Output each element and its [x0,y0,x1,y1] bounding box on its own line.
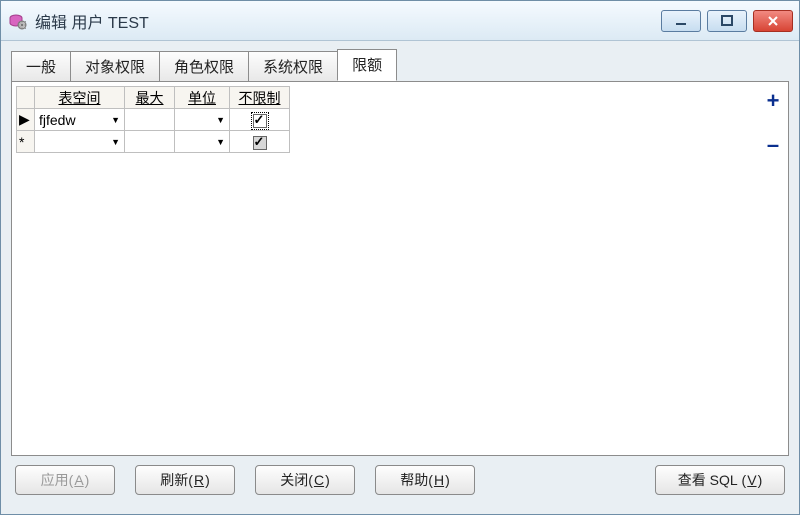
tab-panel: 表空间 最大 单位 不限制 ▶ fjfedw ▼ [11,81,789,456]
tab-general[interactable]: 一般 [11,51,71,82]
cell-unit[interactable]: ▼ [175,109,230,131]
grid-header-row: 表空间 最大 单位 不限制 [17,87,290,109]
quota-grid[interactable]: 表空间 最大 单位 不限制 ▶ fjfedw ▼ [16,86,290,153]
tab-quota[interactable]: 限额 [337,49,397,81]
col-tablespace[interactable]: 表空间 [35,87,125,109]
button-bar: 应用(A) 刷新(R) 关闭(C) 帮助(H) 查看 SQL (V) [11,456,789,504]
close-dialog-button[interactable]: 关闭(C) [255,465,355,495]
apply-button[interactable]: 应用(A) [15,465,115,495]
cell-tablespace-value: fjfedw [39,112,76,128]
row-marker: ▶ [17,109,35,131]
cell-max[interactable] [125,131,175,153]
add-row-button[interactable]: + [767,90,780,112]
cell-unlimited[interactable] [230,109,290,131]
dropdown-arrow-icon[interactable]: ▼ [111,137,120,147]
dropdown-arrow-icon[interactable]: ▼ [111,115,120,125]
view-sql-button[interactable]: 查看 SQL (V) [655,465,785,495]
unlimited-checkbox[interactable] [253,114,267,128]
app-icon [7,11,27,31]
tab-bar: 一般 对象权限 角色权限 系统权限 限额 [11,49,789,81]
col-unlimited[interactable]: 不限制 [230,87,290,109]
minimize-button[interactable] [661,10,701,32]
dropdown-arrow-icon[interactable]: ▼ [216,137,225,147]
window-buttons [661,10,793,32]
side-buttons: + – [758,82,788,455]
tab-role-priv[interactable]: 角色权限 [159,51,249,82]
cell-tablespace[interactable]: fjfedw ▼ [35,109,125,131]
dropdown-arrow-icon[interactable]: ▼ [216,115,225,125]
cell-unit[interactable]: ▼ [175,131,230,153]
titlebar: 编辑 用户 TEST [1,1,799,41]
grid-wrapper: 表空间 最大 单位 不限制 ▶ fjfedw ▼ [12,82,758,455]
client-area: 一般 对象权限 角色权限 系统权限 限额 表空间 最大 单位 不限制 [1,41,799,514]
cell-unlimited[interactable] [230,131,290,153]
tab-object-priv[interactable]: 对象权限 [70,51,160,82]
cell-tablespace[interactable]: ▼ [35,131,125,153]
col-unit[interactable]: 单位 [175,87,230,109]
grid-row[interactable]: ▶ fjfedw ▼ ▼ [17,109,290,131]
remove-row-button[interactable]: – [767,134,779,156]
col-max[interactable]: 最大 [125,87,175,109]
unlimited-checkbox[interactable] [253,136,267,150]
tab-system-priv[interactable]: 系统权限 [248,51,338,82]
window: 编辑 用户 TEST 一般 对象权限 角色权限 系统权限 限额 [0,0,800,515]
maximize-button[interactable] [707,10,747,32]
refresh-button[interactable]: 刷新(R) [135,465,235,495]
help-button[interactable]: 帮助(H) [375,465,475,495]
window-title: 编辑 用户 TEST [35,9,661,33]
grid-row[interactable]: * ▼ ▼ [17,131,290,153]
row-marker: * [17,131,35,153]
close-button[interactable] [753,10,793,32]
grid-corner [17,87,35,109]
cell-max[interactable] [125,109,175,131]
